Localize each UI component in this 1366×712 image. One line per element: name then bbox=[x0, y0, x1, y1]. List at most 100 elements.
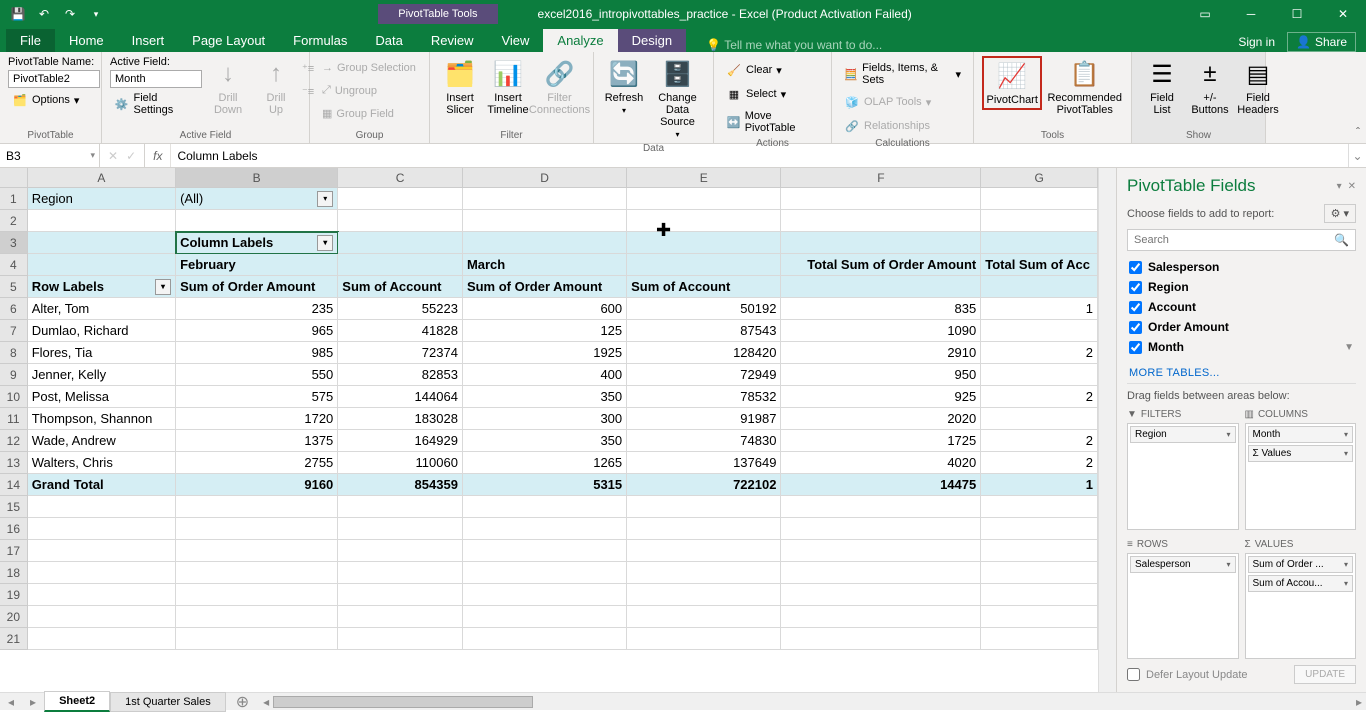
fields-pane-close-icon[interactable]: ✕ bbox=[1348, 181, 1356, 192]
tab-insert[interactable]: Insert bbox=[118, 29, 179, 52]
cell[interactable] bbox=[338, 584, 463, 606]
cell[interactable] bbox=[981, 628, 1098, 650]
cell[interactable] bbox=[176, 210, 338, 232]
col-header-a[interactable]: A bbox=[28, 168, 176, 187]
cell[interactable] bbox=[781, 210, 981, 232]
select-button[interactable]: ▦Select ▾ bbox=[722, 84, 823, 104]
cell[interactable]: 87543 bbox=[627, 320, 781, 342]
cell[interactable]: 965 bbox=[176, 320, 338, 342]
cell[interactable] bbox=[781, 496, 981, 518]
cell[interactable] bbox=[338, 606, 463, 628]
cell[interactable] bbox=[338, 496, 463, 518]
cell[interactable] bbox=[627, 188, 781, 210]
columns-drop-area[interactable]: Month Σ Values bbox=[1245, 423, 1357, 530]
cell[interactable]: 350 bbox=[463, 430, 627, 452]
pt-options-button[interactable]: 🗂️Options ▾ bbox=[8, 90, 100, 110]
row-header[interactable]: 16 bbox=[0, 518, 28, 540]
hscroll-thumb[interactable] bbox=[273, 696, 533, 708]
cell[interactable] bbox=[28, 562, 176, 584]
filter-dropdown-icon[interactable]: ▾ bbox=[155, 279, 171, 295]
cell[interactable]: 14475 bbox=[781, 474, 981, 496]
fields-layout-button[interactable]: ⚙▾ bbox=[1324, 204, 1356, 223]
name-box[interactable]: B3 bbox=[0, 144, 100, 167]
clear-button[interactable]: 🧹Clear ▾ bbox=[722, 60, 823, 80]
cell[interactable]: 9160 bbox=[176, 474, 338, 496]
cell[interactable] bbox=[981, 408, 1098, 430]
value-chip-account[interactable]: Sum of Accou... bbox=[1248, 575, 1354, 592]
cell[interactable]: 1720 bbox=[176, 408, 338, 430]
cell[interactable] bbox=[981, 320, 1098, 342]
cell[interactable]: 2 bbox=[981, 452, 1098, 474]
fields-pane-dropdown-icon[interactable]: ▾ bbox=[1337, 181, 1342, 192]
tab-page-layout[interactable]: Page Layout bbox=[178, 29, 279, 52]
cell[interactable] bbox=[463, 562, 627, 584]
col-header-d[interactable]: D bbox=[463, 168, 627, 187]
cell[interactable]: 854359 bbox=[338, 474, 463, 496]
cell[interactable]: Sum of Order Amount bbox=[176, 276, 338, 298]
filter-chip-region[interactable]: Region bbox=[1130, 426, 1236, 443]
row-header[interactable]: 6 bbox=[0, 298, 28, 320]
col-header-e[interactable]: E bbox=[627, 168, 781, 187]
sheet-tab-sheet2[interactable]: Sheet2 bbox=[44, 691, 110, 712]
column-chip-month[interactable]: Month bbox=[1248, 426, 1354, 443]
row-header[interactable]: 13 bbox=[0, 452, 28, 474]
fields-items-sets-button[interactable]: 🧮Fields, Items, & Sets ▾ bbox=[840, 60, 965, 88]
cell[interactable] bbox=[981, 276, 1098, 298]
cell[interactable] bbox=[176, 496, 338, 518]
defer-update-checkbox[interactable] bbox=[1127, 668, 1140, 681]
cell[interactable] bbox=[176, 562, 338, 584]
expand-formula-icon[interactable]: ⌄ bbox=[1348, 144, 1366, 167]
cell[interactable] bbox=[176, 540, 338, 562]
row-header[interactable]: 4 bbox=[0, 254, 28, 276]
col-header-g[interactable]: G bbox=[981, 168, 1098, 187]
field-checkbox[interactable] bbox=[1129, 301, 1142, 314]
cell[interactable] bbox=[338, 232, 463, 254]
cell[interactable] bbox=[981, 540, 1098, 562]
row-header[interactable]: 3 bbox=[0, 232, 28, 254]
cell[interactable]: 1925 bbox=[463, 342, 627, 364]
column-chip-values[interactable]: Σ Values bbox=[1248, 445, 1354, 462]
row-header[interactable]: 11 bbox=[0, 408, 28, 430]
cell[interactable]: March bbox=[463, 254, 627, 276]
cell[interactable] bbox=[463, 232, 627, 254]
cell[interactable] bbox=[463, 210, 627, 232]
tab-design[interactable]: Design bbox=[618, 29, 686, 52]
row-header[interactable]: 15 bbox=[0, 496, 28, 518]
cell[interactable] bbox=[627, 232, 781, 254]
qat-customize-icon[interactable]: ▾ bbox=[84, 2, 108, 26]
update-button[interactable]: UPDATE bbox=[1294, 665, 1356, 684]
spreadsheet-grid[interactable]: A B C D E F G 1Region(All)▾23Column Labe… bbox=[0, 168, 1098, 692]
row-header[interactable]: 12 bbox=[0, 430, 28, 452]
cell[interactable]: 91987 bbox=[627, 408, 781, 430]
cell[interactable] bbox=[627, 562, 781, 584]
cell[interactable] bbox=[176, 584, 338, 606]
cell[interactable]: Sum of Account bbox=[627, 276, 781, 298]
cell[interactable]: Wade, Andrew bbox=[28, 430, 176, 452]
maximize-icon[interactable]: ☐ bbox=[1274, 0, 1320, 28]
cell[interactable] bbox=[627, 496, 781, 518]
row-header[interactable]: 19 bbox=[0, 584, 28, 606]
cell[interactable] bbox=[338, 254, 463, 276]
cell[interactable] bbox=[28, 584, 176, 606]
row-header[interactable]: 1 bbox=[0, 188, 28, 210]
sheet-tab-1st-quarter[interactable]: 1st Quarter Sales bbox=[110, 692, 226, 712]
select-all-corner[interactable] bbox=[0, 168, 28, 187]
cell[interactable] bbox=[627, 254, 781, 276]
sheet-nav-next-icon[interactable]: ▸ bbox=[22, 695, 44, 709]
tab-review[interactable]: Review bbox=[417, 29, 488, 52]
cell[interactable]: 300 bbox=[463, 408, 627, 430]
cell[interactable]: 835 bbox=[781, 298, 981, 320]
cell[interactable] bbox=[981, 188, 1098, 210]
cell[interactable] bbox=[463, 584, 627, 606]
cell[interactable] bbox=[176, 628, 338, 650]
row-header[interactable]: 21 bbox=[0, 628, 28, 650]
redo-icon[interactable]: ↷ bbox=[58, 2, 82, 26]
move-pt-button[interactable]: ↔️Move PivotTable bbox=[722, 108, 823, 136]
cell[interactable] bbox=[28, 540, 176, 562]
plus-minus-buttons-button[interactable]: ±+/- Buttons bbox=[1188, 56, 1232, 118]
collapse-ribbon-icon[interactable]: ˆ bbox=[1356, 125, 1360, 139]
col-header-c[interactable]: C bbox=[338, 168, 463, 187]
row-header[interactable]: 20 bbox=[0, 606, 28, 628]
field-item[interactable]: Account bbox=[1127, 297, 1356, 317]
cell[interactable]: 5315 bbox=[463, 474, 627, 496]
